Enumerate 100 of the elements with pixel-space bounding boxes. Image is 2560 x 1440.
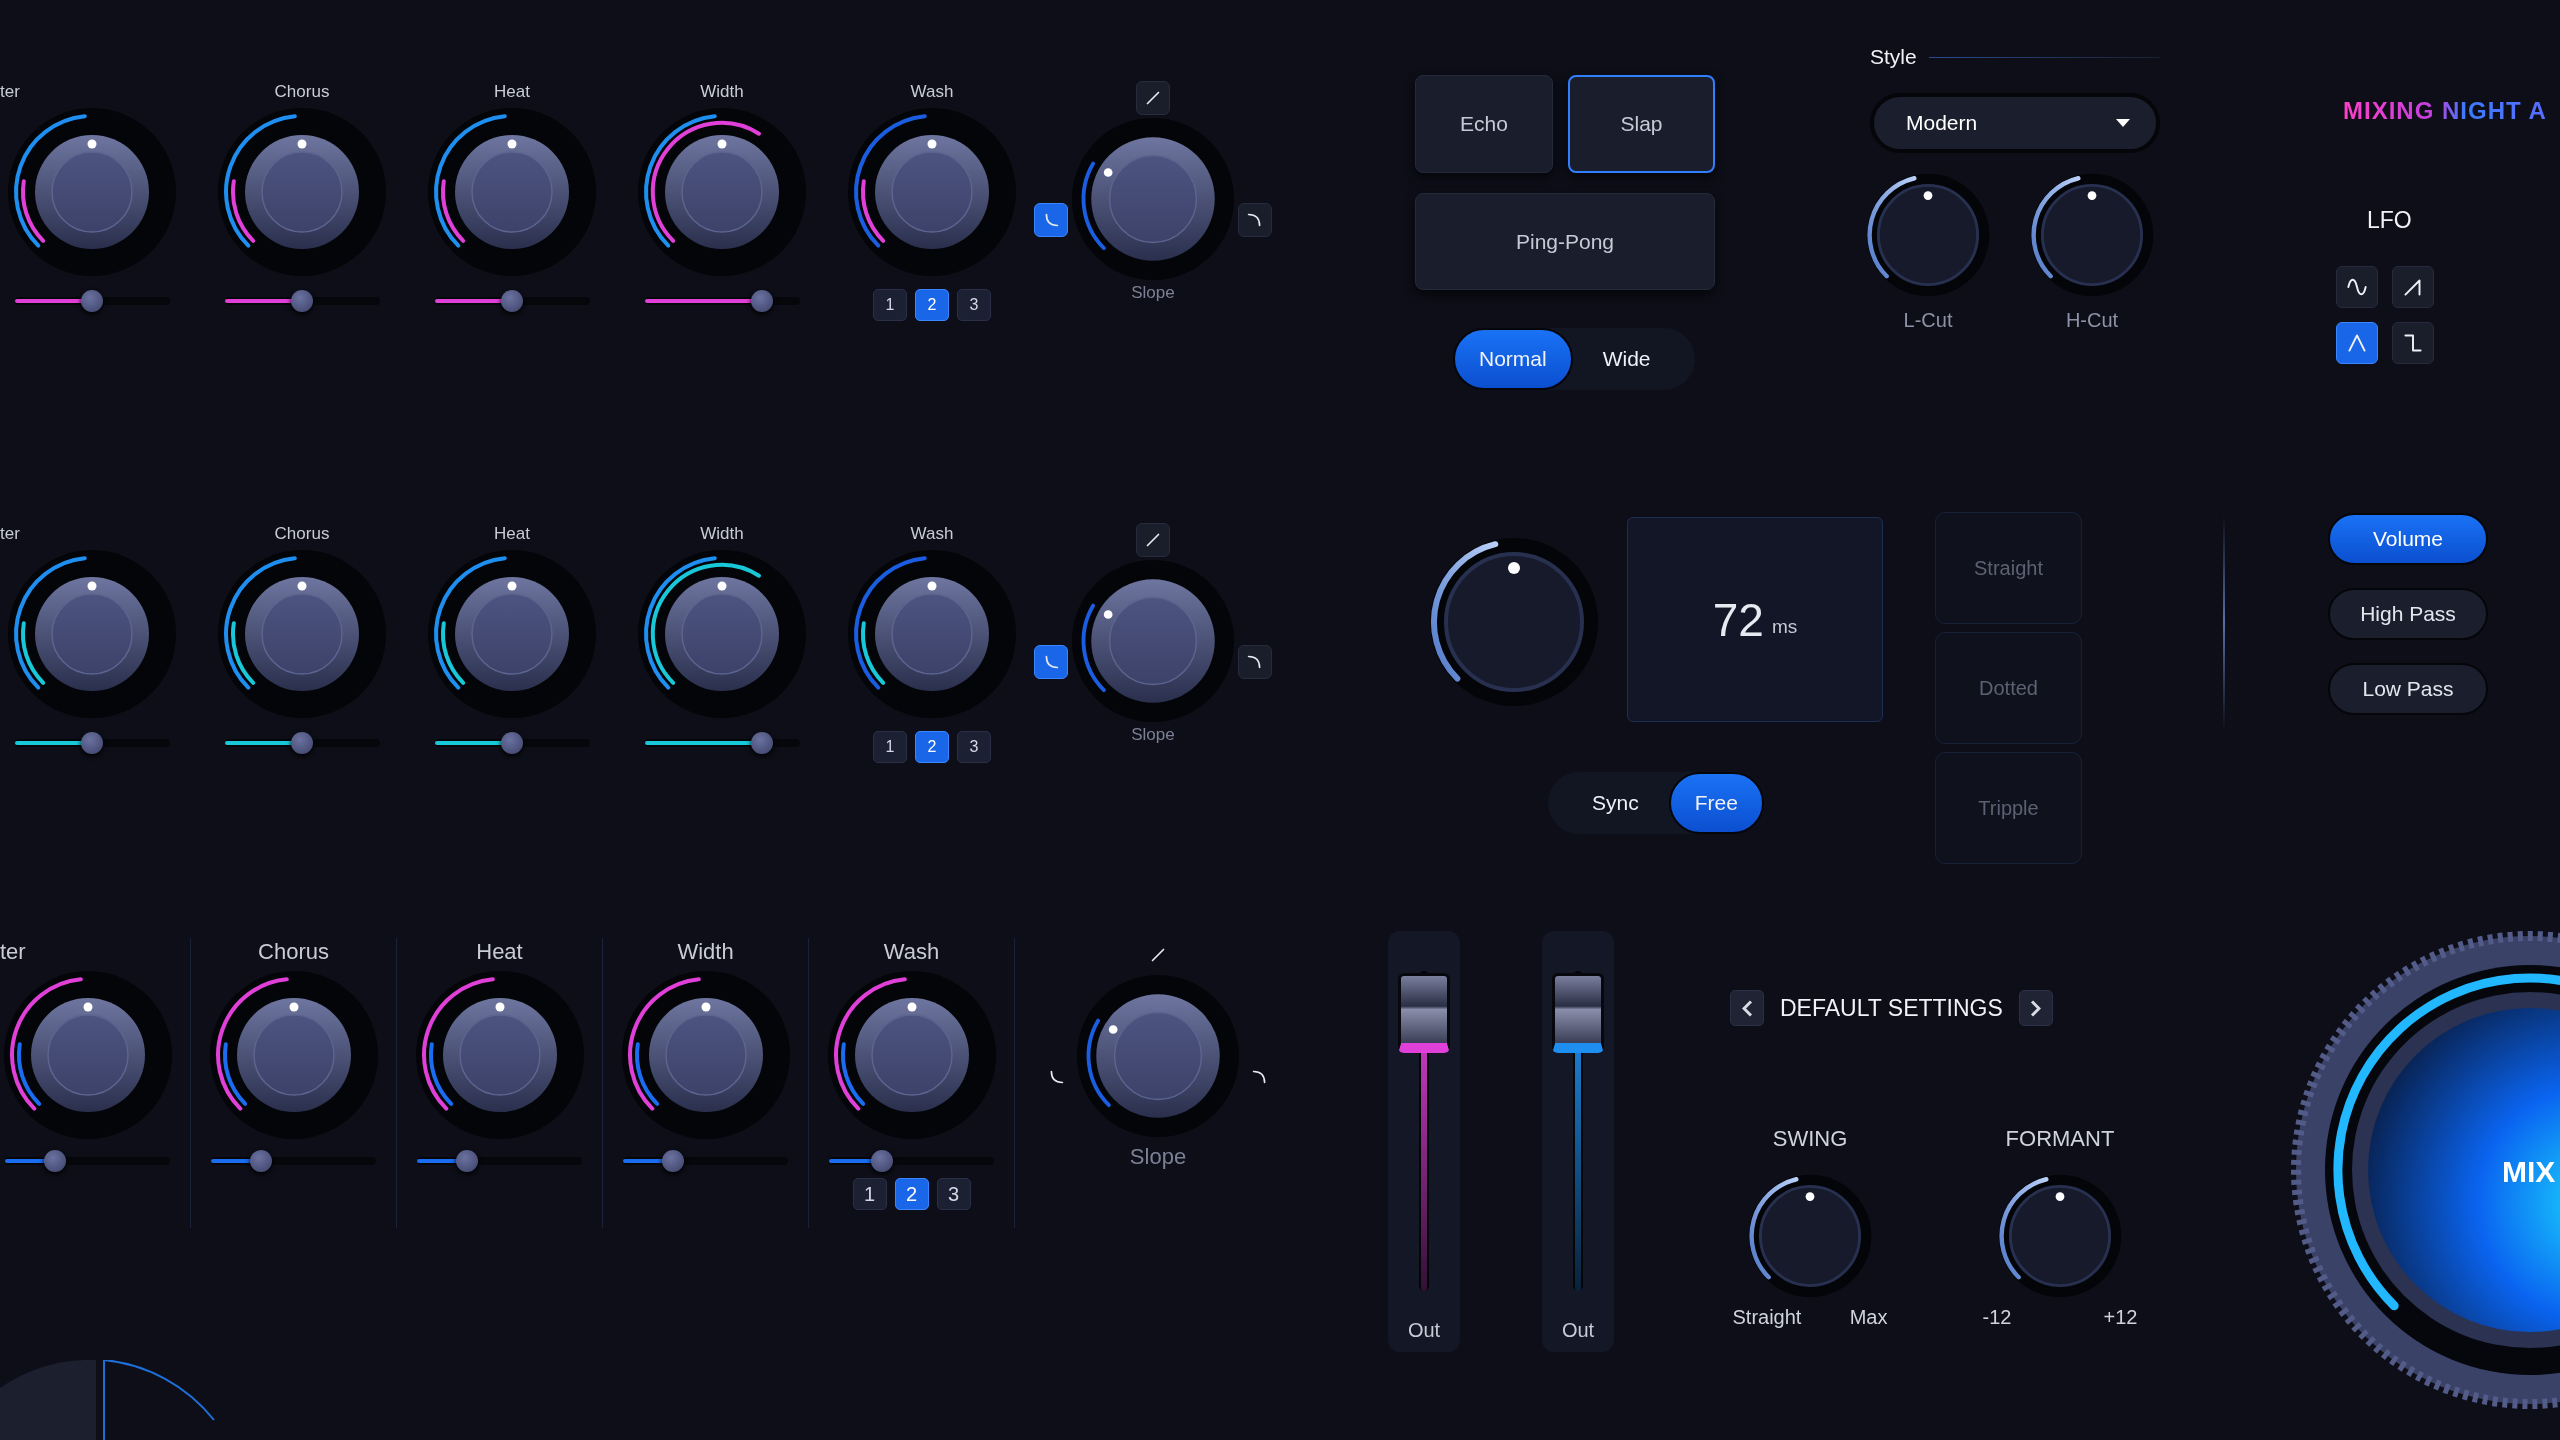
toggle-option[interactable]: Wide	[1578, 328, 1675, 390]
previous-button[interactable]	[1730, 990, 1764, 1026]
slider[interactable]	[434, 290, 590, 312]
knob[interactable]	[427, 107, 597, 277]
slider[interactable]	[5, 1150, 170, 1172]
mix-label: MIX	[2502, 1155, 2556, 1188]
knob[interactable]	[1748, 1174, 1872, 1298]
waveform-button[interactable]	[2336, 266, 2378, 308]
slider-thumb[interactable]	[751, 290, 774, 312]
filter-button[interactable]: Volume	[2328, 513, 2488, 565]
curve-shape-button[interactable]	[1238, 203, 1272, 237]
knob[interactable]	[637, 107, 807, 277]
knob[interactable]	[7, 549, 177, 719]
slider[interactable]	[829, 1150, 994, 1172]
knob-label: Chorus	[274, 523, 330, 545]
toggle-option[interactable]: Normal	[1453, 328, 1573, 390]
knob[interactable]	[217, 549, 387, 719]
knob-label: Heat	[476, 938, 523, 966]
knob[interactable]	[1998, 1174, 2122, 1298]
number-button[interactable]: 2	[894, 1178, 929, 1210]
slider[interactable]	[224, 290, 380, 312]
slider[interactable]	[417, 1150, 582, 1172]
toggle-option[interactable]: Free	[1668, 772, 1764, 834]
slider[interactable]	[623, 1150, 788, 1172]
knob[interactable]	[1071, 559, 1235, 723]
fader-label: Out	[1561, 1319, 1595, 1342]
mode-button[interactable]: Slap	[1568, 75, 1715, 173]
knob[interactable]	[620, 970, 791, 1140]
slider-thumb[interactable]	[751, 732, 774, 754]
slider[interactable]	[224, 732, 380, 754]
section-label: LFO	[2367, 207, 2412, 234]
knob[interactable]	[1071, 117, 1235, 281]
mode-button[interactable]: Ping-Pong	[1415, 193, 1715, 290]
number-button[interactable]: 2	[915, 289, 949, 321]
slider-thumb[interactable]	[249, 1150, 272, 1172]
filter-button[interactable]: Low Pass	[2328, 663, 2488, 715]
knob[interactable]	[208, 970, 379, 1140]
slider-thumb[interactable]	[43, 1150, 66, 1172]
fader[interactable]	[1551, 971, 1605, 1291]
curve-shape-button[interactable]	[1238, 645, 1272, 679]
toggle-option[interactable]: Sync	[1568, 772, 1663, 834]
knob-label: Width	[700, 81, 744, 103]
number-button[interactable]: 3	[957, 731, 991, 763]
curve-shape-button[interactable]	[1034, 203, 1068, 237]
slider[interactable]	[14, 290, 170, 312]
slider[interactable]	[644, 732, 800, 754]
knob-label: Slope	[1131, 725, 1175, 745]
param-label: FORMANT	[2005, 1126, 2115, 1152]
knob[interactable]	[847, 107, 1017, 277]
fader[interactable]	[1397, 971, 1451, 1291]
slider-thumb[interactable]	[455, 1150, 478, 1172]
number-button[interactable]: 3	[936, 1178, 971, 1210]
slider-thumb[interactable]	[870, 1150, 893, 1172]
knob[interactable]	[1866, 173, 1990, 297]
slider-thumb[interactable]	[81, 290, 103, 312]
slider-thumb[interactable]	[501, 732, 523, 754]
slider-thumb[interactable]	[81, 732, 103, 754]
slider-thumb[interactable]	[661, 1150, 684, 1172]
knob[interactable]	[217, 107, 387, 277]
waveform-button[interactable]	[2392, 266, 2434, 308]
knob-label: H-Cut	[2065, 309, 2119, 332]
knob[interactable]	[2, 970, 173, 1140]
knob[interactable]	[427, 549, 597, 719]
curve-shape-button[interactable]	[1136, 81, 1170, 115]
slider[interactable]	[211, 1150, 376, 1172]
number-button[interactable]: 1	[852, 1178, 887, 1210]
number-button[interactable]: 3	[957, 289, 991, 321]
knob[interactable]	[1076, 974, 1240, 1138]
slider-thumb[interactable]	[501, 290, 523, 312]
next-button[interactable]	[2018, 990, 2053, 1026]
knob-label: Width	[700, 523, 744, 545]
knob[interactable]	[1429, 537, 1599, 707]
knob[interactable]	[847, 549, 1017, 719]
slider-thumb[interactable]	[291, 732, 313, 754]
knob[interactable]	[826, 970, 997, 1140]
knob-label: L-Cut	[1903, 309, 1953, 332]
knob[interactable]	[2030, 173, 2154, 297]
range-min-label: -12	[1982, 1306, 2012, 1329]
filter-button[interactable]: High Pass	[2328, 588, 2488, 640]
mode-button[interactable]: Echo	[1415, 75, 1553, 173]
number-button[interactable]: 1	[873, 731, 907, 763]
style-dropdown[interactable]: Modern	[1870, 93, 2160, 153]
fader-cap[interactable]	[1398, 972, 1450, 1053]
slider[interactable]	[644, 290, 800, 312]
curve-shape-button[interactable]	[1136, 523, 1170, 557]
knob[interactable]	[637, 549, 807, 719]
unit-label: ms	[1771, 615, 1798, 638]
knob-label: ter	[0, 81, 20, 103]
curve-shape-button[interactable]	[1034, 645, 1068, 679]
fader-cap[interactable]	[1552, 972, 1604, 1053]
range-max-label: +12	[2103, 1306, 2138, 1329]
knob[interactable]	[7, 107, 177, 277]
slider-thumb[interactable]	[291, 290, 313, 312]
knob[interactable]	[414, 970, 585, 1140]
knob-label: Heat	[494, 81, 530, 103]
waveform-button[interactable]	[2392, 322, 2434, 364]
number-button[interactable]: 2	[915, 731, 949, 763]
slider[interactable]	[14, 732, 170, 754]
slider[interactable]	[434, 732, 590, 754]
number-button[interactable]: 1	[873, 289, 907, 321]
